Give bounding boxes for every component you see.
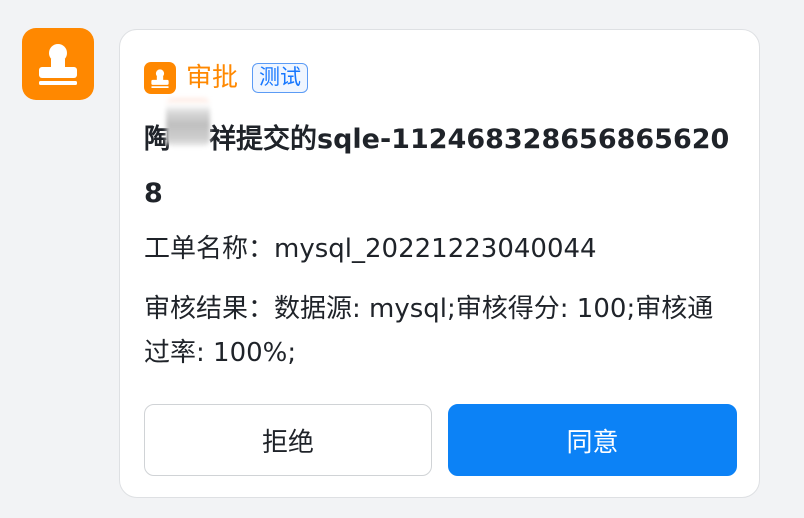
app-name: 审批 (186, 63, 239, 93)
approval-app-avatar[interactable] (22, 28, 94, 100)
field-label: 审核结果： (144, 294, 275, 324)
field-label: 工单名称： (144, 234, 275, 264)
stamp-icon (39, 44, 77, 85)
field-value: mysql_20221223040044 (274, 234, 597, 264)
stamp-icon (151, 68, 169, 88)
card-header: 审批 测试 (144, 61, 309, 95)
reject-button[interactable]: 拒绝 (144, 404, 432, 476)
test-tag: 测试 (252, 63, 309, 93)
card-title: 陶祥提交的sqle-1124683286568656208 (144, 113, 734, 221)
field-audit-result: 审核结果：数据源: mysql;审核得分: 100;审核通过率: 100%; (144, 287, 739, 375)
app-icon (144, 62, 176, 94)
approval-message-card: 审批 测试 陶祥提交的sqle-1124683286568656208 工单名称… (119, 29, 760, 498)
approve-button[interactable]: 同意 (448, 404, 737, 476)
title-suffix: 祥提交的sqle-1124683286568656208 (144, 124, 730, 209)
field-ticket-name: 工单名称：mysql_20221223040044 (144, 227, 739, 271)
redaction-blur (166, 98, 210, 146)
